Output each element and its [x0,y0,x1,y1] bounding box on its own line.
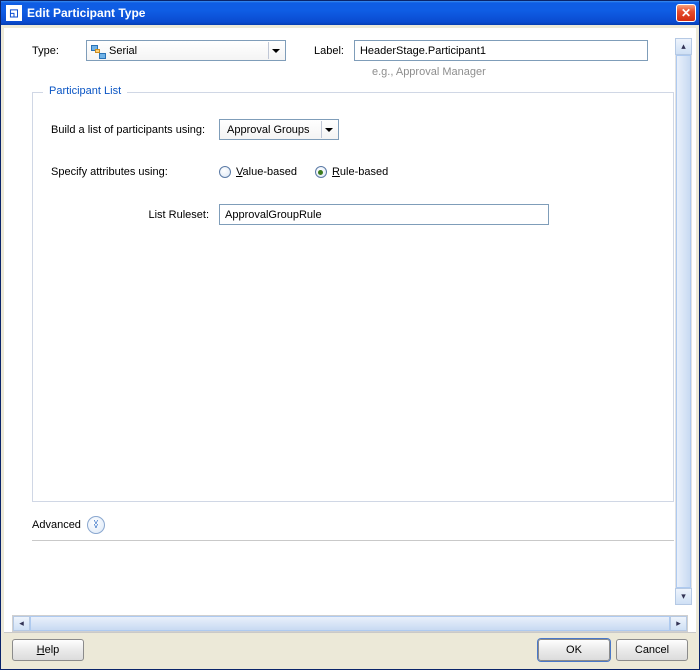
type-value: Serial [109,45,268,57]
serial-icon [91,44,105,58]
titlebar: ◱ Edit Participant Type ✕ [1,1,699,25]
scroll-thumb[interactable] [676,55,691,588]
build-value: Approval Groups [222,124,321,136]
value-based-radio[interactable]: Value-based [219,166,297,178]
participant-list-legend: Participant List [43,85,127,97]
cancel-button[interactable]: Cancel [616,639,688,661]
label-hint: e.g., Approval Manager [372,66,674,78]
scroll-up-button[interactable]: ▴ [675,38,692,55]
label-input[interactable] [354,40,648,61]
ok-button[interactable]: OK [538,639,610,661]
chevron-down-icon [268,42,283,59]
client-area: Type: Serial Label: e.g., Approval Manag… [4,28,696,666]
build-row: Build a list of participants using: Appr… [51,119,655,140]
advanced-label: Advanced [32,519,81,531]
close-icon: ✕ [681,6,691,20]
dialog-window: ◱ Edit Participant Type ✕ Type: Serial L… [0,0,700,670]
advanced-expand-button[interactable]: ˅˅ [87,516,105,534]
ruleset-row: List Ruleset: [51,204,655,225]
close-button[interactable]: ✕ [676,4,696,22]
horizontal-scrollbar[interactable]: ◂ ▸ [12,615,688,632]
specify-label: Specify attributes using: [51,166,219,178]
label-label: Label: [314,45,344,57]
type-dropdown[interactable]: Serial [86,40,286,61]
value-based-label: Value-based [236,166,297,178]
radio-icon [219,166,231,178]
scroll-down-button[interactable]: ▾ [675,588,692,605]
app-icon: ◱ [6,5,22,21]
scroll-track[interactable] [675,55,692,588]
chevron-down-icon [321,121,336,138]
chevron-double-down-icon: ˅˅ [94,521,99,529]
top-row: Type: Serial Label: [32,40,674,61]
scroll-left-button[interactable]: ◂ [13,616,30,631]
window-title: Edit Participant Type [27,6,676,20]
ruleset-input[interactable] [219,204,549,225]
rule-based-radio[interactable]: Rule-based [315,166,388,178]
scroll-right-button[interactable]: ▸ [670,616,687,631]
build-label: Build a list of participants using: [51,124,219,136]
participant-list-fieldset: Participant List Build a list of partici… [32,92,674,502]
vertical-scrollbar[interactable]: ▴ ▾ [675,38,692,605]
advanced-section: Advanced ˅˅ [32,516,674,534]
body: Type: Serial Label: e.g., Approval Manag… [4,28,696,611]
scroll-thumb[interactable] [30,616,670,631]
rule-based-label: Rule-based [332,166,388,178]
radio-icon [315,166,327,178]
build-dropdown[interactable]: Approval Groups [219,119,339,140]
advanced-divider [32,540,674,541]
type-label: Type: [32,45,80,57]
scroll-track[interactable] [30,616,670,631]
button-bar: Help OK Cancel [4,632,696,666]
help-button[interactable]: Help [12,639,84,661]
specify-row: Specify attributes using: Value-based Ru… [51,166,655,178]
ruleset-label: List Ruleset: [51,209,219,221]
